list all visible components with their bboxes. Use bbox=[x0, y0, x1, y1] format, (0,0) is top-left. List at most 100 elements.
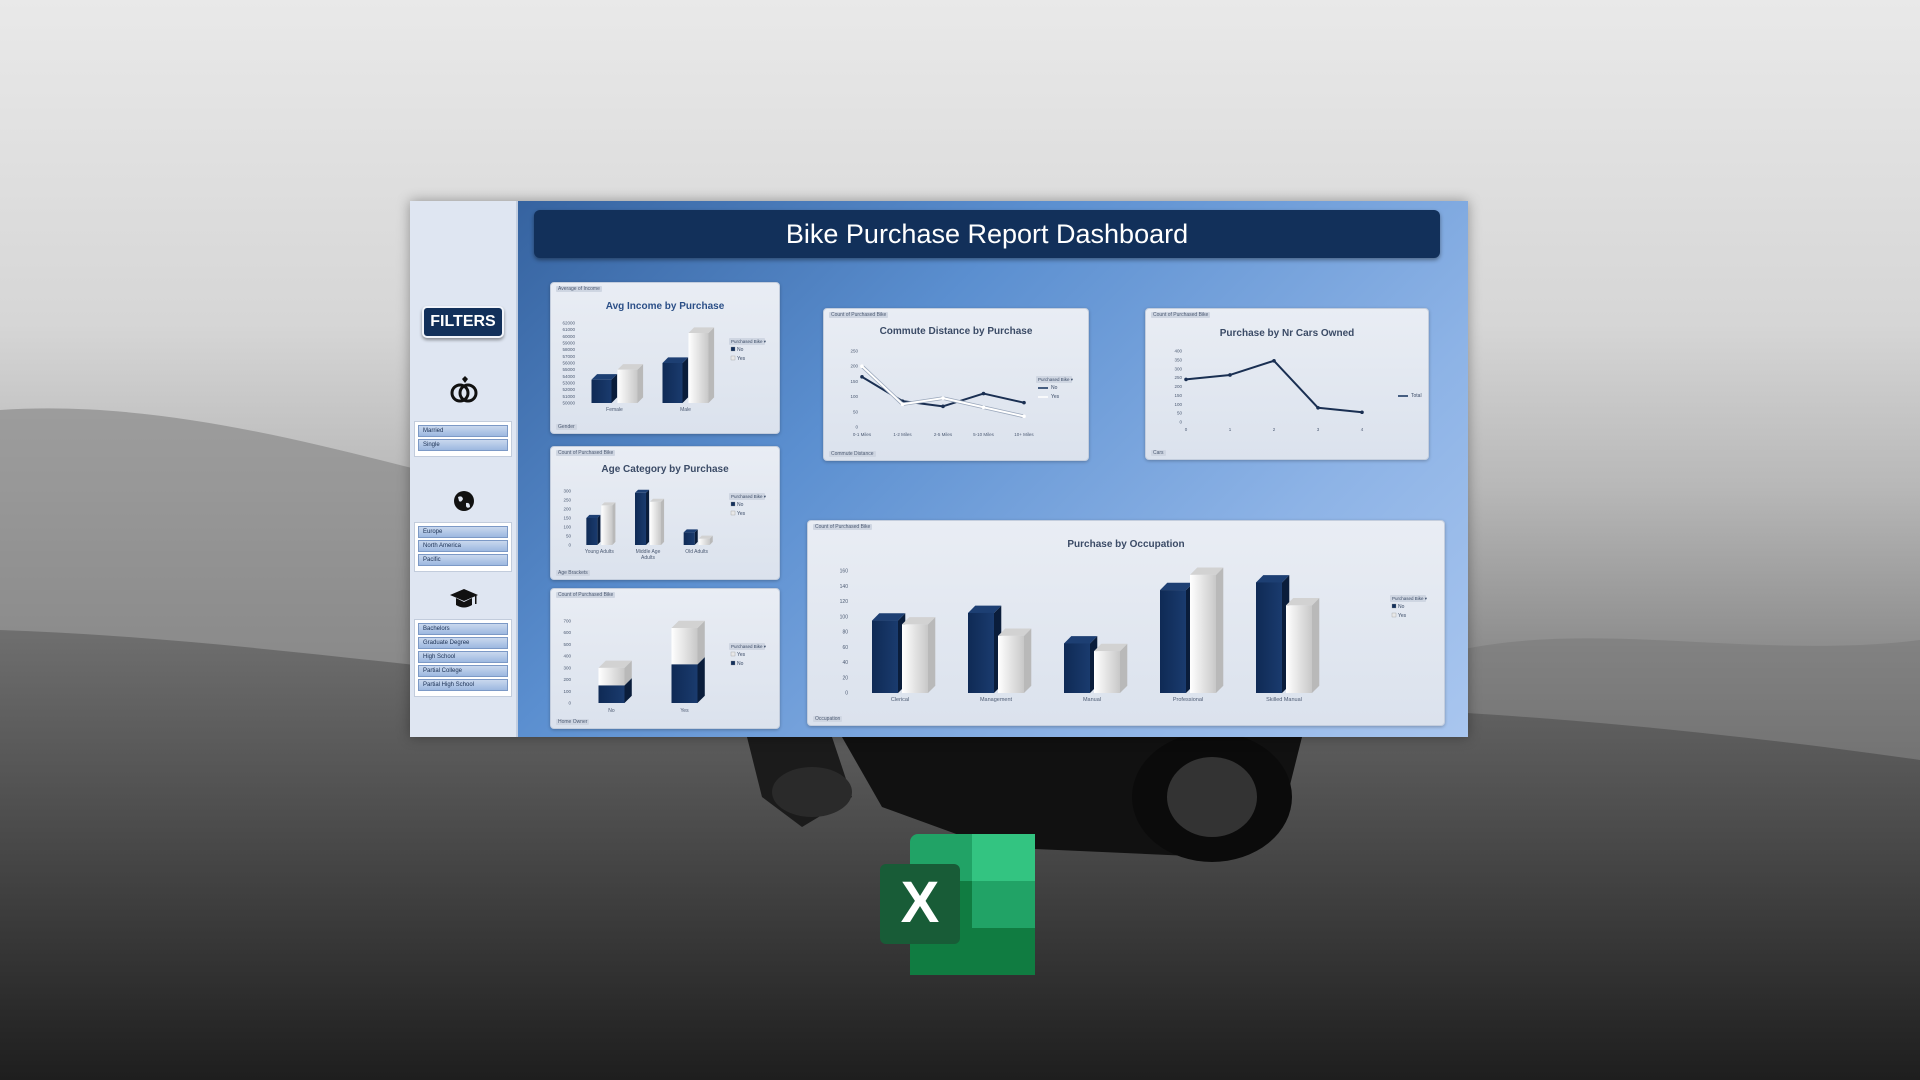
bar bbox=[902, 624, 928, 693]
dashboard-title: Bike Purchase Report Dashboard bbox=[534, 210, 1440, 258]
globe-icon bbox=[454, 491, 474, 511]
bar bbox=[601, 505, 613, 545]
value-field-button[interactable]: Count of Purchased Bike bbox=[829, 312, 889, 318]
x-tick-label: Clerical bbox=[891, 697, 909, 703]
y-tick-label: 51000 bbox=[562, 394, 575, 399]
legend-swatch bbox=[730, 501, 736, 507]
bar-side bbox=[1312, 598, 1320, 693]
y-tick-label: 150 bbox=[850, 379, 858, 384]
graduation-cap-icon bbox=[450, 589, 478, 608]
slicer-item-married[interactable]: Married bbox=[418, 425, 508, 437]
bar bbox=[688, 333, 709, 403]
bar bbox=[998, 635, 1024, 693]
rings-icon bbox=[450, 376, 478, 403]
y-tick-label: 50 bbox=[566, 534, 572, 539]
axis-field-button[interactable]: Commute Distance bbox=[829, 451, 876, 457]
occupation-chart-card: Count of Purchased Bike Purchase by Occu… bbox=[807, 520, 1445, 726]
data-point bbox=[1272, 358, 1276, 363]
y-tick-label: 54000 bbox=[562, 374, 575, 379]
y-tick-label: 40 bbox=[842, 660, 848, 666]
y-tick-label: 300 bbox=[563, 665, 571, 670]
bar-side bbox=[1120, 643, 1128, 693]
y-tick-label: 80 bbox=[842, 630, 848, 636]
commute-chart-card: Count of Purchased Bike Commute Distance… bbox=[823, 308, 1089, 461]
legend-title: Purchased Bike ▾ bbox=[731, 494, 767, 499]
region-slicer: Europe North America Pacific bbox=[414, 522, 512, 572]
slicer-item-europe[interactable]: Europe bbox=[418, 526, 508, 538]
y-tick-label: 100 bbox=[563, 525, 571, 530]
y-tick-label: 53000 bbox=[562, 381, 575, 386]
slicer-item-bachelors[interactable]: Bachelors bbox=[418, 623, 508, 635]
legend-swatch bbox=[730, 346, 736, 352]
y-tick-label: 56000 bbox=[562, 361, 575, 366]
bar-side bbox=[1024, 628, 1032, 693]
bar bbox=[1190, 574, 1216, 693]
y-tick-label: 50 bbox=[853, 409, 859, 414]
y-tick-label: 200 bbox=[1174, 384, 1182, 389]
bar bbox=[662, 363, 683, 403]
stacked-bar bbox=[598, 685, 625, 703]
slicer-item-high-school[interactable]: High School bbox=[418, 651, 508, 663]
x-tick-label: Management bbox=[980, 697, 1013, 703]
legend-entry: No bbox=[737, 502, 744, 508]
x-tick-label: 1 bbox=[1229, 427, 1232, 432]
bar bbox=[698, 538, 710, 545]
y-tick-label: 400 bbox=[1174, 349, 1182, 354]
slicer-item-pacific[interactable]: Pacific bbox=[418, 554, 508, 566]
legend-title: Purchased Bike ▾ bbox=[1038, 377, 1074, 382]
x-tick-label: Yes bbox=[680, 708, 689, 714]
axis-field-button[interactable]: Cars bbox=[1151, 450, 1166, 456]
bar bbox=[1064, 643, 1090, 693]
data-point bbox=[1228, 373, 1232, 377]
marital-status-slicer: Married Single bbox=[414, 421, 512, 457]
bar bbox=[1094, 651, 1120, 693]
data-point bbox=[981, 391, 986, 396]
legend-swatch bbox=[730, 660, 736, 666]
y-tick-label: 60 bbox=[842, 645, 848, 651]
y-tick-label: 200 bbox=[850, 364, 858, 369]
x-tick-label: Young Adults bbox=[585, 549, 615, 555]
home-owner-chart: 0 100 200 300 400 500 600 700 No Yes Purchased Bik… bbox=[563, 619, 767, 715]
y-tick-label: 700 bbox=[563, 619, 571, 624]
value-field-button[interactable]: Count of Purchased Bike bbox=[1151, 312, 1211, 318]
x-tick-label: 2-5 Miles bbox=[934, 432, 953, 437]
bar-side bbox=[661, 498, 665, 545]
axis-field-button[interactable]: Gender bbox=[556, 424, 577, 430]
y-tick-label: 58000 bbox=[562, 347, 575, 352]
filters-sidebar: FILTERS Married Single Europe North Amer… bbox=[410, 201, 518, 737]
x-tick-label: Old Adults bbox=[685, 549, 708, 555]
stacked-bar bbox=[671, 628, 698, 665]
slicer-item-north-america[interactable]: North America bbox=[418, 540, 508, 552]
slicer-item-single[interactable]: Single bbox=[418, 439, 508, 451]
bar-side bbox=[597, 514, 601, 545]
series-line bbox=[1185, 359, 1363, 414]
x-tick-label: 3 bbox=[1317, 427, 1320, 432]
bar-side bbox=[612, 502, 616, 545]
y-tick-label: 62000 bbox=[562, 321, 575, 326]
bar-side bbox=[1216, 567, 1224, 693]
axis-field-button[interactable]: Age Brackets bbox=[556, 570, 590, 576]
data-point bbox=[981, 405, 986, 410]
age-chart-card: Count of Purchased Bike Age Category by … bbox=[550, 446, 780, 580]
axis-field-button[interactable]: Home Owner bbox=[556, 719, 590, 725]
y-tick-label: 52000 bbox=[562, 387, 575, 392]
bar bbox=[635, 492, 646, 545]
filters-button[interactable]: FILTERS bbox=[422, 306, 504, 338]
value-field-button[interactable]: Count of Purchased Bike bbox=[813, 524, 873, 530]
y-tick-label: 100 bbox=[840, 614, 849, 620]
legend-entry: Total bbox=[1411, 393, 1422, 399]
value-field-button[interactable]: Average of Income bbox=[556, 286, 602, 292]
y-tick-label: 140 bbox=[840, 584, 849, 590]
slicer-item-graduate-degree[interactable]: Graduate Degree bbox=[418, 637, 508, 649]
legend-title: Purchased Bike ▾ bbox=[731, 644, 767, 649]
data-point bbox=[1022, 414, 1026, 419]
y-tick-label: 250 bbox=[1174, 375, 1182, 380]
slicer-item-partial-college[interactable]: Partial College bbox=[418, 665, 508, 677]
axis-field-button[interactable]: Occupation bbox=[813, 716, 843, 722]
value-field-button[interactable]: Count of Purchased Bike bbox=[556, 592, 616, 598]
value-field-button[interactable]: Count of Purchased Bike bbox=[556, 450, 616, 456]
y-tick-label: 600 bbox=[563, 630, 571, 635]
y-tick-label: 200 bbox=[563, 507, 571, 512]
slicer-item-partial-high-school[interactable]: Partial High School bbox=[418, 679, 508, 691]
y-tick-label: 150 bbox=[1174, 393, 1182, 398]
